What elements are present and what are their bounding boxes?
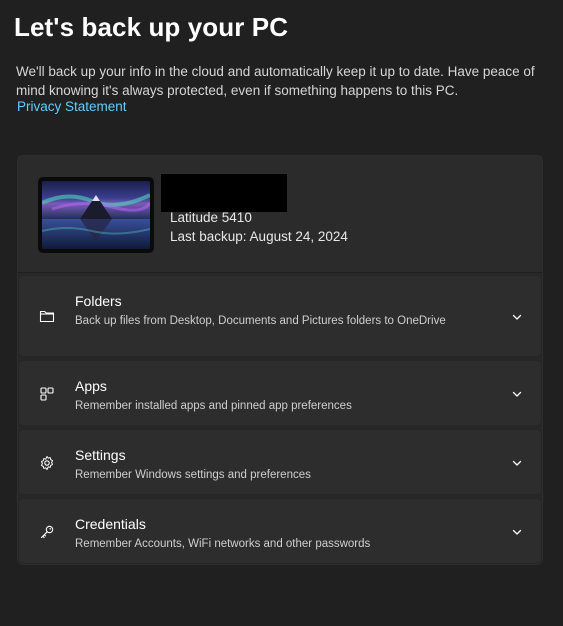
gear-icon xyxy=(41,456,53,470)
folders-row[interactable]: Folders Back up files from Desktop, Docu… xyxy=(18,275,542,357)
page-description: We'll back up your info in the cloud and… xyxy=(16,64,535,98)
chevron-down-icon[interactable] xyxy=(511,526,523,538)
folders-description: Back up files from Desktop, Documents an… xyxy=(75,315,446,327)
apps-row[interactable]: Apps Remember installed apps and pinned … xyxy=(18,360,542,426)
chevron-down-icon[interactable] xyxy=(511,388,523,400)
apps-icon xyxy=(40,387,54,401)
settings-row[interactable]: Settings Remember Windows settings and p… xyxy=(18,429,542,495)
credentials-title: Credentials xyxy=(75,516,146,532)
chevron-down-icon[interactable] xyxy=(511,311,523,323)
page-title: Let's back up your PC xyxy=(14,12,289,42)
credentials-description: Remember Accounts, WiFi networks and oth… xyxy=(75,538,371,550)
folder-icon xyxy=(39,310,55,323)
device-card: Latitude 5410 Last backup: August 24, 20… xyxy=(18,156,542,273)
device-name-redacted xyxy=(161,174,287,212)
settings-description: Remember Windows settings and preference… xyxy=(75,469,311,481)
folders-title: Folders xyxy=(75,293,122,309)
device-wallpaper-thumbnail xyxy=(38,177,154,253)
key-icon xyxy=(40,525,54,539)
wallpaper-image xyxy=(42,181,150,249)
backup-panel: Latitude 5410 Last backup: August 24, 20… xyxy=(17,155,543,565)
privacy-statement-link[interactable]: Privacy Statement xyxy=(17,99,127,114)
apps-title: Apps xyxy=(75,378,107,394)
apps-description: Remember installed apps and pinned app p… xyxy=(75,400,352,412)
last-backup-date: Last backup: August 24, 2024 xyxy=(170,229,348,244)
credentials-row[interactable]: Credentials Remember Accounts, WiFi netw… xyxy=(18,498,542,564)
chevron-down-icon[interactable] xyxy=(511,457,523,469)
settings-title: Settings xyxy=(75,447,126,463)
device-model: Latitude 5410 xyxy=(170,210,252,225)
